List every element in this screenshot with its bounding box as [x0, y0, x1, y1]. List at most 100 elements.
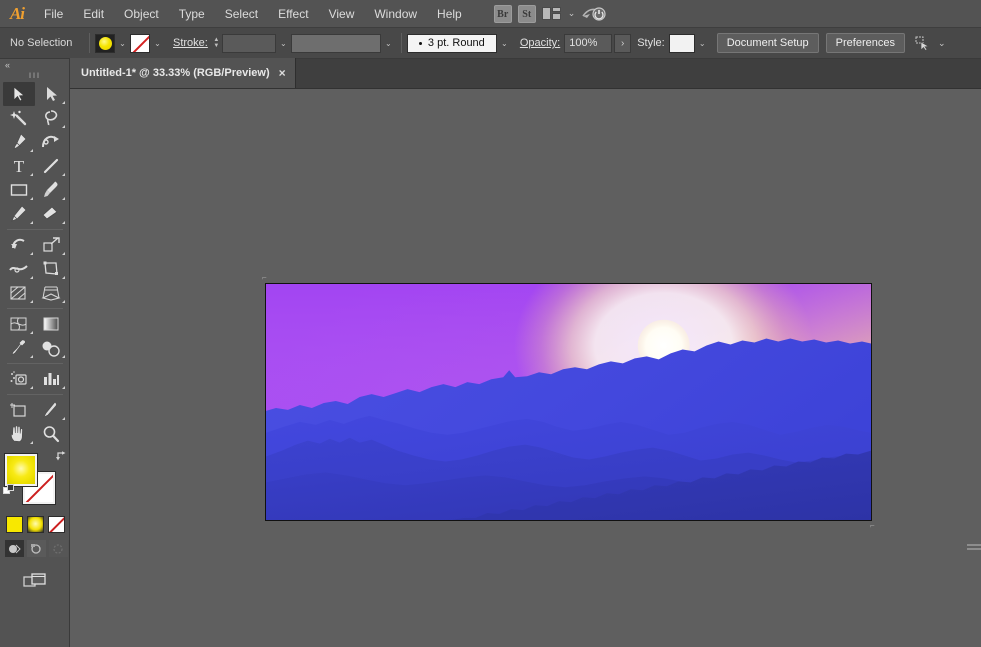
menu-bar-right-group: Br St ⌄	[493, 4, 608, 23]
eyedropper-tool-icon[interactable]	[3, 336, 35, 360]
type-tool-icon[interactable]: T	[3, 154, 35, 178]
curvature-tool-icon[interactable]	[35, 130, 67, 154]
pen-tool-icon[interactable]	[3, 130, 35, 154]
artboard-corner-mark-bottom-right: ⌐	[870, 521, 875, 530]
swap-fill-stroke-icon[interactable]	[55, 450, 69, 464]
menu-type[interactable]: Type	[169, 0, 215, 28]
default-fill-stroke-icon[interactable]	[3, 484, 17, 498]
paint-mode-buttons	[0, 512, 69, 533]
tool-group-indicator	[30, 441, 33, 444]
bridge-icon[interactable]: Br	[493, 4, 512, 23]
close-icon[interactable]: ×	[279, 66, 286, 80]
canvas-scrollbar[interactable]	[967, 544, 981, 554]
rotate-tool-icon[interactable]	[3, 233, 35, 257]
draw-inside-button[interactable]	[49, 540, 68, 557]
menu-view[interactable]: View	[319, 0, 365, 28]
menu-select[interactable]: Select	[215, 0, 268, 28]
tool-group-indicator	[30, 331, 33, 334]
artwork-mountain-sunset	[266, 284, 871, 520]
opacity-more-button[interactable]: ›	[614, 33, 632, 53]
fill-color-swatch[interactable]	[4, 453, 38, 487]
tool-group-indicator	[62, 417, 65, 420]
brush-definition-select[interactable]: 3 pt. Round	[406, 33, 497, 53]
control-bar: No Selection ⌄ ⌄ Stroke: ▲ ▼ ⌄ ⌄ 3 pt. R…	[0, 28, 981, 59]
draw-normal-button[interactable]	[5, 540, 24, 557]
tool-group-indicator	[62, 276, 65, 279]
stroke-weight-stepper[interactable]: ▲ ▼	[211, 34, 222, 53]
menu-file[interactable]: File	[34, 0, 73, 28]
tool-group-indicator	[62, 173, 65, 176]
direct-selection-tool-icon[interactable]	[35, 82, 67, 106]
align-to-selection-icon[interactable]	[915, 36, 932, 51]
stroke-weight-chevron-down-icon[interactable]: ⌄	[276, 34, 291, 53]
stepper-down-icon[interactable]: ▼	[213, 43, 219, 49]
tool-divider	[7, 229, 63, 230]
style-chevron-down-icon[interactable]: ⌄	[695, 34, 710, 53]
fill-swatch-icon[interactable]	[95, 33, 115, 53]
document-tab-bar: Untitled-1* @ 33.33% (RGB/Preview) ×	[70, 58, 981, 89]
paintbrush-tool-icon[interactable]	[35, 178, 67, 202]
menu-window[interactable]: Window	[364, 0, 427, 28]
draw-behind-button[interactable]	[27, 540, 46, 557]
rectangle-tool-icon[interactable]	[3, 178, 35, 202]
stroke-chevron-down-icon[interactable]: ⌄	[150, 34, 165, 53]
symbol-sprayer-tool-icon[interactable]	[3, 367, 35, 391]
stock-icon[interactable]: St	[517, 4, 536, 23]
document-setup-button[interactable]: Document Setup	[716, 33, 819, 53]
menu-help[interactable]: Help	[427, 0, 472, 28]
gradient-button[interactable]	[27, 516, 44, 533]
perspective-grid-tool-icon[interactable]	[35, 281, 67, 305]
artboard-tool-icon[interactable]	[3, 398, 35, 422]
zoom-tool-icon[interactable]	[35, 422, 67, 446]
arrange-chevron-down-icon[interactable]: ⌄	[568, 8, 576, 19]
fill-color-dot	[98, 36, 112, 50]
fill-chevron-down-icon[interactable]: ⌄	[115, 34, 130, 53]
divider	[400, 33, 402, 53]
none-button[interactable]	[48, 516, 65, 533]
lasso-tool-icon[interactable]	[35, 106, 67, 130]
width-tool-icon[interactable]	[3, 257, 35, 281]
color-button[interactable]	[6, 516, 23, 533]
stroke-profile-chevron-down-icon[interactable]: ⌄	[381, 34, 396, 53]
brush-chevron-down-icon[interactable]: ⌄	[497, 34, 512, 53]
stroke-weight-input[interactable]	[221, 33, 276, 53]
panel-grip-handle[interactable]: ‖‖‖	[0, 71, 69, 82]
graphic-style-swatch[interactable]	[668, 33, 695, 53]
tools-panel: « ‖‖‖ T	[0, 59, 70, 647]
align-chevron-down-icon[interactable]: ⌄	[938, 38, 946, 49]
arrange-documents-icon[interactable]	[541, 6, 562, 21]
collapse-panel-button[interactable]: «	[0, 59, 69, 71]
mesh-tool-icon[interactable]	[3, 312, 35, 336]
tool-group-indicator	[30, 149, 33, 152]
slice-tool-icon[interactable]	[35, 398, 67, 422]
menu-object[interactable]: Object	[114, 0, 169, 28]
menu-effect[interactable]: Effect	[268, 0, 318, 28]
change-screen-mode-button[interactable]	[22, 571, 48, 594]
pencil-tool-icon[interactable]	[3, 202, 35, 226]
tool-divider	[7, 308, 63, 309]
magic-wand-tool-icon[interactable]	[3, 106, 35, 130]
scale-tool-icon[interactable]	[35, 233, 67, 257]
preferences-button[interactable]: Preferences	[825, 33, 905, 53]
column-graph-tool-icon[interactable]	[35, 367, 67, 391]
canvas-area[interactable]: ⌐ ⌐	[70, 89, 981, 647]
opacity-input[interactable]: 100%	[564, 33, 613, 53]
eraser-tool-icon[interactable]	[35, 202, 67, 226]
tool-group-indicator	[62, 221, 65, 224]
gradient-tool-icon[interactable]	[35, 312, 67, 336]
tool-group-indicator	[62, 197, 65, 200]
free-transform-tool-icon[interactable]	[35, 257, 67, 281]
menu-edit[interactable]: Edit	[73, 0, 114, 28]
tool-group-indicator	[30, 386, 33, 389]
document-tab[interactable]: Untitled-1* @ 33.33% (RGB/Preview) ×	[70, 58, 296, 88]
stroke-profile-input[interactable]	[290, 33, 381, 53]
selection-tool-icon[interactable]	[3, 82, 35, 106]
stroke-swatch-none-icon[interactable]	[130, 33, 150, 53]
line-segment-tool-icon[interactable]	[35, 154, 67, 178]
artboard[interactable]	[265, 283, 872, 521]
workspace-switcher-icon[interactable]	[581, 5, 607, 23]
shape-builder-tool-icon[interactable]	[3, 281, 35, 305]
blend-tool-icon[interactable]	[35, 336, 67, 360]
tool-group-indicator	[62, 125, 65, 128]
hand-tool-icon[interactable]	[3, 422, 35, 446]
